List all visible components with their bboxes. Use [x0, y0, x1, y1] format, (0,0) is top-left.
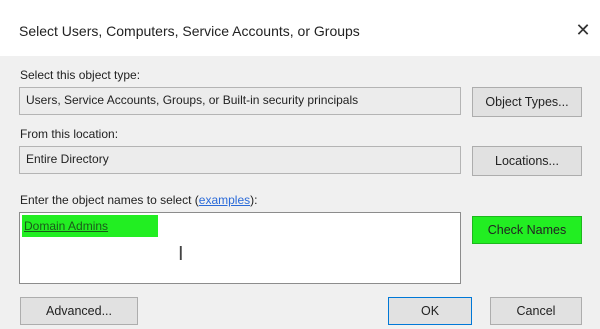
text-cursor-icon: I — [178, 243, 184, 265]
object-names-label-prefix: Enter the object names to select ( — [20, 193, 199, 207]
location-field: Entire Directory — [19, 146, 461, 174]
resolved-name[interactable]: Domain Admins — [22, 215, 158, 237]
object-names-label-suffix: ): — [250, 193, 258, 207]
object-type-value: Users, Service Accounts, Groups, or Buil… — [26, 93, 359, 107]
object-type-label: Select this object type: — [20, 68, 141, 82]
check-names-button[interactable]: Check Names — [472, 216, 582, 244]
location-value: Entire Directory — [26, 152, 109, 166]
advanced-button[interactable]: Advanced... — [20, 297, 138, 325]
location-label: From this location: — [20, 127, 119, 141]
ok-button[interactable]: OK — [388, 297, 472, 325]
cancel-button[interactable]: Cancel — [490, 297, 582, 325]
object-names-label: Enter the object names to select (exampl… — [20, 193, 257, 207]
object-names-input[interactable]: Domain Admins — [19, 212, 461, 284]
locations-button[interactable]: Locations... — [472, 146, 582, 176]
close-icon[interactable]: ✕ — [570, 17, 596, 43]
object-types-button[interactable]: Object Types... — [472, 87, 582, 117]
dialog-titlebar: Select Users, Computers, Service Account… — [0, 0, 600, 56]
dialog-title: Select Users, Computers, Service Account… — [19, 23, 360, 39]
examples-link[interactable]: examples — [199, 193, 250, 207]
object-type-field: Users, Service Accounts, Groups, or Buil… — [19, 87, 461, 115]
